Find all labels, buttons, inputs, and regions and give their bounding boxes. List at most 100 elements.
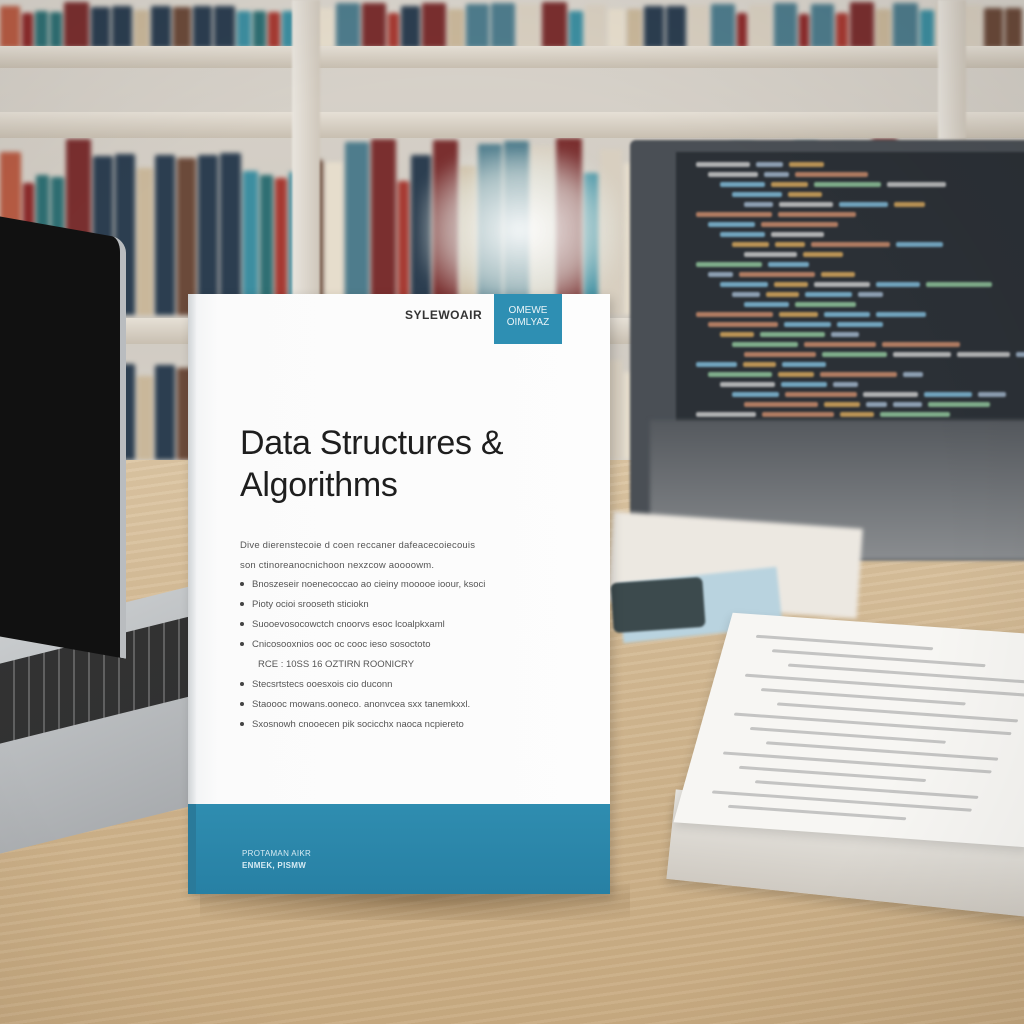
code-line — [696, 412, 756, 417]
code-line — [811, 242, 890, 247]
band-spine-edge — [188, 804, 196, 894]
code-line — [863, 392, 918, 397]
book-title-line-2: Algorithms — [240, 466, 398, 504]
bullet-item: Sxosnowh cnooecen pik socicchx naoca ncp… — [240, 719, 464, 730]
code-line — [732, 342, 798, 347]
code-line — [720, 182, 765, 187]
shelf-book — [749, 5, 772, 48]
code-line — [785, 392, 857, 397]
window-light — [420, 150, 620, 310]
code-line — [744, 302, 789, 307]
shelf-book — [90, 7, 111, 48]
notebook-text-line — [755, 634, 934, 651]
code-line — [771, 232, 824, 237]
code-line — [744, 352, 816, 357]
shelf-board — [0, 112, 1024, 138]
shelf-book — [608, 9, 625, 48]
code-line — [887, 182, 946, 187]
code-line — [876, 312, 926, 317]
code-line — [882, 342, 960, 347]
code-line — [784, 322, 831, 327]
code-line — [739, 272, 815, 277]
bullet-subitem: RCE : 10SS 16 OZTIRN ROONICRY — [258, 659, 415, 670]
open-notebook — [673, 612, 1024, 848]
code-line — [775, 242, 805, 247]
code-line — [894, 202, 925, 207]
code-line — [804, 342, 876, 347]
code-line — [858, 292, 883, 297]
code-line — [696, 262, 762, 267]
code-line — [708, 172, 758, 177]
shelf-book — [361, 3, 386, 48]
code-line — [893, 352, 951, 357]
code-line — [876, 282, 920, 287]
code-line — [743, 362, 776, 367]
shelf-book — [644, 6, 664, 48]
shelf-book — [253, 11, 266, 48]
shelf-book — [711, 4, 735, 48]
code-line — [821, 272, 855, 277]
code-line — [774, 282, 808, 287]
code-line — [778, 372, 814, 377]
code-line — [696, 162, 750, 167]
shelf-book — [849, 2, 874, 48]
code-line — [978, 392, 1006, 397]
shelf-book — [875, 9, 892, 48]
shelf-book — [810, 4, 834, 48]
shelf-book — [569, 11, 583, 48]
shelf-book — [22, 13, 34, 48]
shelf-book — [64, 2, 89, 48]
code-line — [708, 272, 733, 277]
code-line — [732, 242, 769, 247]
code-line — [837, 322, 883, 327]
code-line — [903, 372, 923, 377]
shelf-book — [448, 9, 464, 48]
code-line — [756, 162, 783, 167]
code-line — [824, 402, 860, 407]
code-line — [720, 232, 765, 237]
smartphone — [610, 576, 706, 634]
shelf-book — [371, 139, 396, 315]
shelf-book — [49, 12, 63, 48]
badge-text: OMEWE OIMLYAZ — [506, 305, 550, 328]
code-line — [766, 292, 799, 297]
code-line — [696, 312, 773, 317]
notebook-text-line — [738, 765, 927, 783]
shelf-book — [198, 155, 218, 315]
code-line — [778, 212, 856, 217]
laptop-screen — [0, 211, 126, 659]
shelf-book — [541, 2, 568, 48]
code-line — [840, 412, 874, 417]
code-line — [761, 222, 838, 227]
bullet-item: Stecsrtstecs ooesxois cio duconn — [240, 679, 392, 690]
code-line — [957, 352, 1010, 357]
shelf-book — [172, 7, 191, 48]
code-line — [760, 332, 825, 337]
code-line — [768, 262, 809, 267]
shelf-book — [400, 6, 420, 48]
shelf-book — [220, 153, 241, 315]
shelf-book — [736, 13, 748, 48]
shelf-book — [268, 12, 280, 48]
shelf-book — [155, 365, 175, 460]
code-line — [814, 282, 870, 287]
author-line-1: PROTAMAN AIKR — [242, 849, 312, 858]
bullet-item: Bnoszeseir noenecoccao ao cieiny mooooe … — [240, 579, 485, 590]
shelf-book — [236, 11, 252, 48]
shelf-book — [133, 10, 150, 48]
shelf-book — [919, 10, 935, 48]
code-line — [820, 372, 897, 377]
code-line — [762, 412, 834, 417]
bullet-item: Suooevosocowctch cnoorvs esoc lcoalpkxam… — [240, 619, 445, 630]
code-line — [744, 402, 818, 407]
bullet-item: Staoooc mowans.ooneco. anonvcea sxx tane… — [240, 699, 470, 710]
shelf-book — [151, 6, 171, 48]
shelf-book — [35, 11, 48, 48]
shelf-book — [0, 6, 21, 48]
code-line — [795, 172, 868, 177]
code-line — [831, 332, 859, 337]
code-line — [708, 222, 755, 227]
shelf-book — [387, 13, 399, 48]
shelf-book — [336, 3, 360, 48]
code-line — [788, 192, 822, 197]
